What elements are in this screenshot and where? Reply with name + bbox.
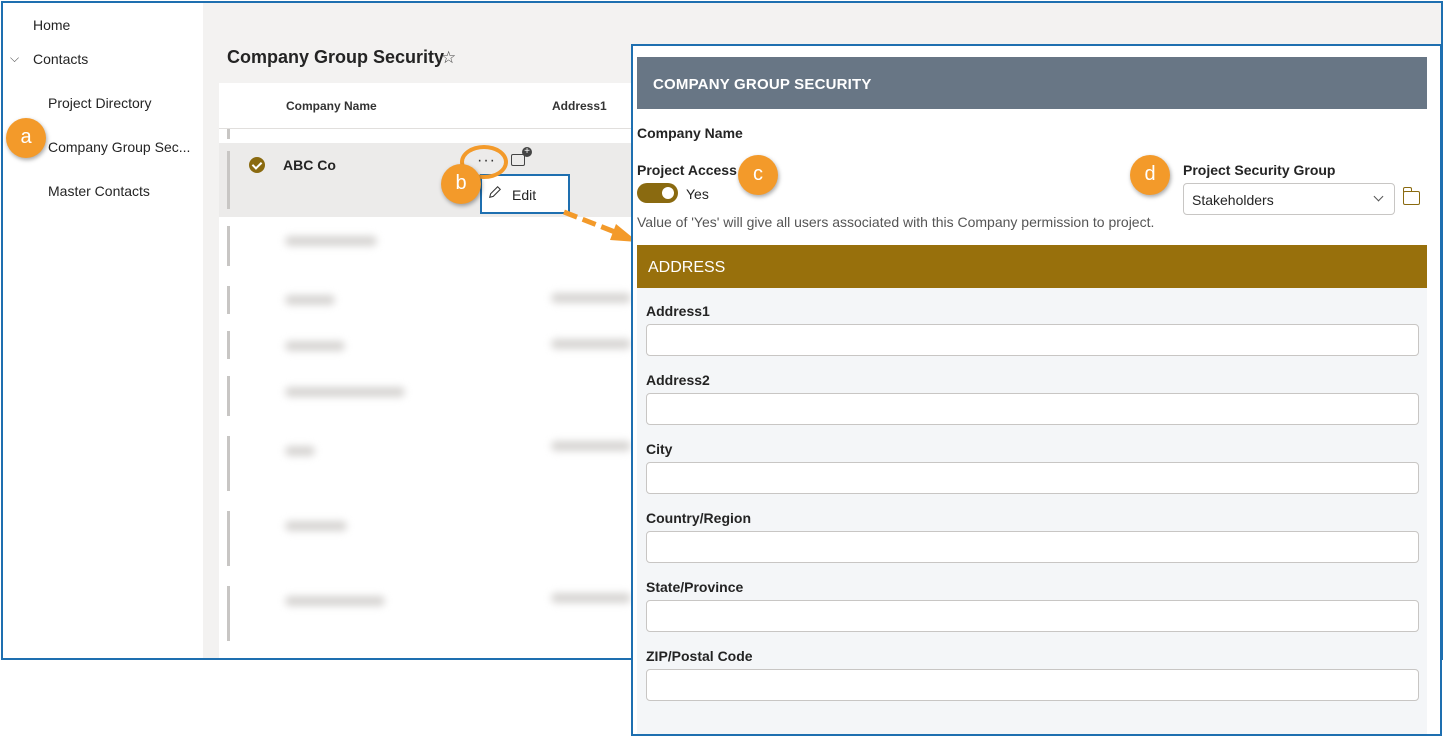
- address-section: ADDRESS Address1 Address2 City Country/R…: [637, 245, 1427, 734]
- star-icon[interactable]: ☆: [441, 48, 456, 68]
- sidebar-item-company-group-security[interactable]: Company Group Sec...: [48, 139, 190, 155]
- blurred-cell: [285, 521, 347, 531]
- zip-postal-code-field[interactable]: [646, 669, 1419, 701]
- panel-title: COMPANY GROUP SECURITY: [653, 76, 872, 93]
- page-title: Company Group Security: [227, 47, 445, 67]
- row-indicator: [227, 511, 230, 566]
- sidebar-item-master-contacts[interactable]: Master Contacts: [48, 183, 150, 199]
- address1-field[interactable]: [646, 324, 1419, 356]
- security-group-select[interactable]: Stakeholders: [1183, 183, 1395, 215]
- chevron-down-icon: [1373, 191, 1384, 202]
- country-region-field[interactable]: [646, 531, 1419, 563]
- company-name-label: Company Name: [637, 125, 743, 141]
- address1-label: Address1: [646, 303, 710, 319]
- blurred-cell: [285, 596, 385, 606]
- state-province-field[interactable]: [646, 600, 1419, 632]
- callout-c: c: [738, 155, 778, 195]
- blurred-cell: [285, 295, 335, 305]
- security-group-label: Project Security Group: [1183, 162, 1336, 178]
- address2-label: Address2: [646, 372, 710, 388]
- sidebar-item-contacts[interactable]: Contacts: [33, 51, 88, 67]
- sidebar-item-project-directory[interactable]: Project Directory: [48, 95, 151, 111]
- security-group-value: Stakeholders: [1192, 192, 1274, 208]
- project-access-value: Yes: [686, 186, 709, 202]
- address-section-title: ADDRESS: [648, 259, 726, 276]
- row-indicator: [227, 331, 230, 359]
- folder-icon[interactable]: [1402, 187, 1420, 205]
- row-indicator: [227, 129, 230, 139]
- city-field[interactable]: [646, 462, 1419, 494]
- blurred-cell: [551, 441, 631, 451]
- blurred-cell: [285, 341, 345, 351]
- blurred-cell: [551, 339, 631, 349]
- row-indicator: [227, 151, 230, 209]
- column-header-company-name[interactable]: Company Name: [286, 99, 377, 113]
- project-access-toggle[interactable]: [637, 183, 678, 203]
- callout-a: a: [6, 118, 46, 158]
- blurred-cell: [551, 593, 631, 603]
- blurred-cell: [285, 236, 377, 246]
- country-region-label: Country/Region: [646, 510, 751, 526]
- blurred-cell: [551, 293, 631, 303]
- row-indicator: [227, 436, 230, 491]
- company-security-panel: COMPANY GROUP SECURITY Company Name Proj…: [631, 44, 1442, 736]
- state-province-label: State/Province: [646, 579, 744, 595]
- project-access-help: Value of 'Yes' will give all users assoc…: [637, 214, 1155, 230]
- zip-postal-code-label: ZIP/Postal Code: [646, 648, 753, 664]
- check-icon[interactable]: [249, 157, 265, 173]
- address-section-header: ADDRESS: [637, 245, 1427, 288]
- panel-header: COMPANY GROUP SECURITY: [637, 57, 1427, 109]
- row-indicator: [227, 376, 230, 416]
- city-label: City: [646, 441, 673, 457]
- sidebar: Home ⌵ Contacts Project Directory Compan…: [3, 3, 203, 658]
- callout-d: d: [1130, 155, 1170, 195]
- column-header-address1[interactable]: Address1: [552, 99, 607, 113]
- chevron-down-icon[interactable]: ⌵: [10, 51, 19, 66]
- blurred-cell: [285, 387, 405, 397]
- screenshot-stage: Home ⌵ Contacts Project Directory Compan…: [0, 0, 1447, 740]
- project-access-label: Project Access: [637, 162, 737, 178]
- menu-item-edit[interactable]: Edit: [512, 187, 536, 203]
- comment-add-icon[interactable]: [511, 147, 532, 166]
- row-indicator: [227, 586, 230, 641]
- blurred-cell: [285, 446, 315, 456]
- company-name-cell: ABC Co: [283, 157, 336, 173]
- row-indicator: [227, 286, 230, 314]
- address2-field[interactable]: [646, 393, 1419, 425]
- callout-b: b: [441, 164, 481, 204]
- pencil-icon: [489, 186, 501, 198]
- sidebar-item-home[interactable]: Home: [33, 17, 70, 33]
- row-indicator: [227, 226, 230, 266]
- context-menu: Edit: [480, 174, 570, 214]
